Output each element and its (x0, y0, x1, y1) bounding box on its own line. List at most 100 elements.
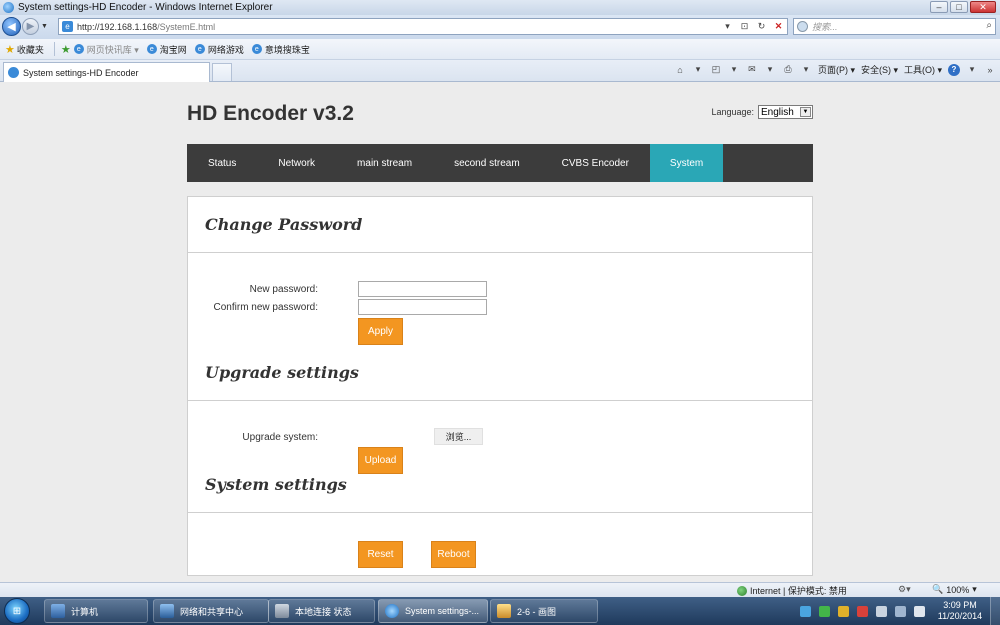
address-row: ◀ ▶ ▼ e http://192.168.1.168/SystemE.htm… (0, 15, 1000, 39)
taskbar-item-computer[interactable]: 计算机 (44, 599, 148, 623)
nav-main-stream[interactable]: main stream (336, 144, 433, 182)
window-title: System settings-HD Encoder - Windows Int… (18, 2, 273, 13)
favorites-bar: ★ 收藏夹 ★ e 网页快讯库 ▾ e 淘宝网 e 网络游戏 e 意境搜珠宝 (0, 39, 1000, 60)
taskbar-item-network-center[interactable]: 网络和共享中心 (153, 599, 269, 623)
zoom-icon: 🔍 (932, 584, 944, 594)
show-desktop-button[interactable] (990, 597, 1000, 625)
taskbar-item-paint[interactable]: 2-6 - 画图 (490, 599, 598, 623)
chevron-right-icon[interactable]: » (984, 64, 996, 76)
add-favorite-icon[interactable]: ★ (61, 43, 71, 56)
forward-button[interactable]: ▶ (22, 18, 39, 35)
chevron-down-icon[interactable]: ▼ (800, 107, 811, 117)
stop-icon[interactable]: ✕ (772, 20, 785, 33)
volume-icon[interactable] (914, 605, 925, 617)
connection-icon (275, 604, 289, 618)
home-dropdown-icon[interactable]: ▾ (692, 64, 704, 76)
new-password-input[interactable] (358, 281, 487, 297)
clock[interactable]: 3:09 PM 11/20/2014 (934, 600, 986, 622)
nav-network[interactable]: Network (257, 144, 336, 182)
divider (188, 400, 812, 401)
reset-button[interactable]: Reset (358, 541, 403, 568)
back-button[interactable]: ◀ (2, 17, 21, 36)
ie-page-icon (8, 67, 19, 78)
close-button[interactable]: ✕ (970, 1, 996, 13)
minimize-button[interactable]: ‒ (930, 1, 948, 13)
page-menu[interactable]: 页面(P) ▾ (818, 63, 855, 76)
favorites-star-icon: ★ (5, 43, 15, 56)
taskbar-item-label: 2-6 - 画图 (517, 606, 557, 617)
refresh-icon[interactable]: ↻ (755, 20, 768, 33)
page-container: HD Encoder v3.2 Language: English ▼ Stat… (187, 82, 813, 582)
ie-page-icon: e (194, 44, 205, 54)
security-zone[interactable]: Internet | 保护模式: 禁用 (737, 584, 847, 597)
upload-button[interactable]: Upload (358, 447, 403, 474)
divider (188, 512, 812, 513)
nav-second-stream[interactable]: second stream (433, 144, 541, 182)
speaker-icon[interactable] (876, 605, 887, 617)
nav-system[interactable]: System (649, 144, 724, 182)
address-dropdown-icon[interactable]: ▾ (721, 20, 734, 33)
search-box[interactable]: 搜索... ⌕ (793, 18, 996, 35)
command-bar: ⌂ ▾ ◰ ▾ ✉ ▾ ⎙ ▾ 页面(P) ▾ 安全(S) ▾ 工具(O) ▾ ? ▾ » (674, 63, 996, 76)
favorite-item[interactable]: e 网页快讯库 ▾ (73, 43, 139, 56)
language-label: Language: (711, 107, 754, 117)
search-icon[interactable]: ⌕ (986, 20, 992, 31)
security-icon[interactable] (857, 605, 868, 617)
action-center-icon[interactable] (838, 605, 849, 617)
zoom-control[interactable]: 🔍 100% ▾ (932, 584, 977, 595)
mail-dropdown-icon[interactable]: ▾ (764, 64, 776, 76)
taskbar-item-ie[interactable]: System settings-... (378, 599, 488, 623)
favorite-item[interactable]: e 意境搜珠宝 (251, 43, 310, 56)
network-icon (160, 604, 174, 618)
page-title: HD Encoder v3.2 (187, 102, 354, 125)
tools-menu[interactable]: 工具(O) ▾ (904, 63, 942, 76)
safety-menu[interactable]: 安全(S) ▾ (861, 63, 898, 76)
help-icon[interactable]: ? (948, 63, 960, 76)
upgrade-settings-heading: Upgrade settings (205, 363, 359, 382)
language-value: English (761, 106, 794, 118)
print-dropdown-icon[interactable]: ▾ (800, 64, 812, 76)
clock-date: 11/20/2014 (937, 611, 983, 621)
apply-button[interactable]: Apply (358, 318, 403, 345)
search-placeholder: 搜索... (812, 22, 838, 32)
url-text[interactable]: http://192.168.1.168/SystemE.html (77, 22, 215, 32)
main-nav: Status Network main stream second stream… (187, 144, 813, 182)
start-button[interactable]: ⊞ (4, 598, 30, 624)
tab-title: System settings-HD Encoder (23, 67, 139, 78)
taskbar-item-label: 本地连接 状态 (295, 606, 352, 617)
network-tray-icon[interactable] (895, 605, 906, 617)
help-dropdown-icon[interactable]: ▾ (966, 64, 978, 76)
tab-system-settings[interactable]: System settings-HD Encoder (3, 62, 210, 82)
history-dropdown-icon[interactable]: ▼ (41, 23, 48, 30)
change-password-heading: Change Password (205, 215, 363, 234)
favorite-item[interactable]: e 网络游戏 (194, 43, 244, 56)
print-icon[interactable]: ⎙ (782, 64, 794, 76)
chevron-down-icon[interactable]: ▾ (972, 584, 977, 595)
home-icon[interactable]: ⌂ (674, 64, 686, 76)
page-viewport: HD Encoder v3.2 Language: English ▼ Stat… (0, 82, 1000, 582)
window-title-bar: System settings-HD Encoder - Windows Int… (0, 0, 1000, 15)
favorite-item[interactable]: e 淘宝网 (146, 43, 187, 56)
nav-status[interactable]: Status (187, 144, 257, 182)
feeds-icon[interactable]: ◰ (710, 64, 722, 76)
language-selector: Language: English ▼ (711, 105, 813, 119)
compatibility-icon[interactable]: ⊡ (738, 20, 751, 33)
ie-icon (385, 604, 399, 618)
language-bar-icon[interactable] (800, 605, 811, 617)
reboot-button[interactable]: Reboot (431, 541, 476, 568)
mail-icon[interactable]: ✉ (746, 64, 758, 76)
taskbar-item-local-connection[interactable]: 本地连接 状态 (268, 599, 375, 623)
ie-icon (3, 2, 14, 13)
favorites-button[interactable]: 收藏夹 (17, 43, 44, 56)
new-tab-button[interactable] (212, 63, 232, 81)
shield-icon[interactable] (819, 605, 830, 617)
browse-button[interactable]: 浏览... (434, 428, 483, 445)
feeds-dropdown-icon[interactable]: ▾ (728, 64, 740, 76)
maximize-button[interactable]: □ (950, 1, 968, 13)
address-bar[interactable]: e http://192.168.1.168/SystemE.html ▾ ⊡ … (58, 18, 788, 35)
language-select[interactable]: English ▼ (758, 105, 813, 119)
nav-cvbs-encoder[interactable]: CVBS Encoder (541, 144, 650, 182)
protected-mode-icon[interactable]: ⚙▾ (898, 584, 911, 595)
tab-row: System settings-HD Encoder ⌂ ▾ ◰ ▾ ✉ ▾ ⎙ ▾ 页… (0, 60, 1000, 82)
confirm-password-input[interactable] (358, 299, 487, 315)
